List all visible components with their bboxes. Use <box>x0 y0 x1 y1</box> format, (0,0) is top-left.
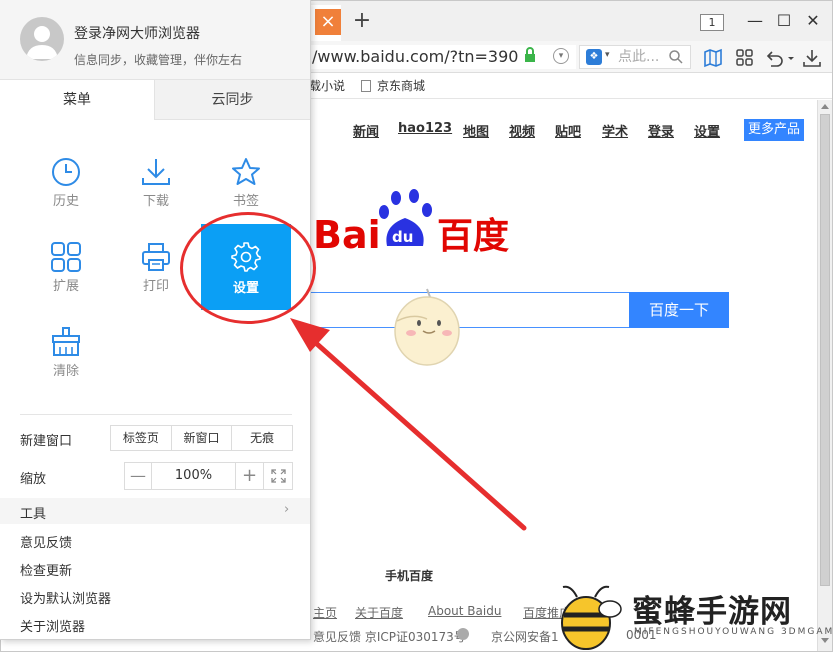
zoom-in-button[interactable]: + <box>235 463 263 489</box>
bookmark-item[interactable]: 载小说 <box>309 77 345 94</box>
undo-icon[interactable] <box>763 47 795 69</box>
footer-text: 意见反馈 京ICP证030173号 <box>313 630 466 644</box>
grid-item-download[interactable]: 下载 <box>111 143 201 229</box>
avatar[interactable] <box>20 17 64 61</box>
menu-item-feedback[interactable]: 意见反馈 <box>20 532 72 551</box>
new-window-option[interactable]: 新窗口 <box>172 426 233 450</box>
footer-text: 京公网安备1 <box>491 630 559 644</box>
search-box[interactable]: ❖ ▾ 点此... <box>579 45 691 69</box>
grid-label: 书签 <box>232 194 259 209</box>
tab-menu[interactable]: 菜单 <box>0 80 155 120</box>
grid-label: 清除 <box>52 364 79 379</box>
grid-label: 下载 <box>142 194 169 209</box>
nav-link-tieba[interactable]: 贴吧 <box>555 121 581 140</box>
zoom-label: 缩放 <box>20 472 47 487</box>
maximize-button[interactable]: ☐ <box>774 11 794 31</box>
menu-item-about[interactable]: 关于浏览器 <box>20 616 85 635</box>
close-window-button[interactable]: ✕ <box>803 11 823 31</box>
fullscreen-icon <box>271 469 286 483</box>
scroll-down-icon[interactable] <box>821 638 829 643</box>
page-icon <box>361 80 371 92</box>
svg-text:百度: 百度 <box>437 216 509 256</box>
divider <box>20 414 292 415</box>
grid-label: 扩展 <box>52 279 79 294</box>
fullscreen-button[interactable] <box>263 463 292 489</box>
tab-close-button[interactable]: × <box>315 9 341 35</box>
clock-icon <box>52 158 80 186</box>
new-window-options: 标签页 新窗口 无痕 <box>110 425 293 451</box>
watermark-subtitle: MIFENGSHOUYOUWANG 3DMGAME <box>634 627 833 637</box>
engine-chevron-icon[interactable]: ▾ <box>605 50 610 60</box>
menu-item-check-update[interactable]: 检查更新 <box>20 560 72 579</box>
chevron-right-icon: › <box>284 502 290 517</box>
zoom-value: 100% <box>174 468 213 483</box>
login-title[interactable]: 登录净网大师浏览器 <box>74 23 200 43</box>
nav-link-settings[interactable]: 设置 <box>694 121 720 140</box>
lock-icon <box>525 47 535 62</box>
nav-link-hao123[interactable]: hao123 <box>398 121 452 136</box>
mascot-icon <box>394 288 460 366</box>
printer-icon <box>142 243 170 271</box>
svg-text:du: du <box>392 228 413 246</box>
url-dropdown-icon[interactable]: ▾ <box>553 48 569 64</box>
page-scrollbar[interactable] <box>817 100 832 651</box>
zoom-out-button[interactable]: — <box>125 463 152 489</box>
grid-item-clear[interactable]: 清除 <box>21 313 111 399</box>
scroll-up-icon[interactable] <box>821 104 829 109</box>
new-tab-option[interactable]: 标签页 <box>111 426 172 450</box>
footer-link[interactable]: 主页 <box>313 604 337 621</box>
zoom-control: — 100% + <box>124 462 293 490</box>
star-icon <box>232 158 260 185</box>
search-placeholder: 点此... <box>618 49 660 65</box>
map-icon[interactable] <box>702 47 724 69</box>
menu-item-tools[interactable]: 工具 › <box>0 498 310 524</box>
download-icon <box>142 159 170 185</box>
user-icon <box>26 26 58 59</box>
tools-label: 工具 <box>20 507 47 522</box>
nav-link-xueshu[interactable]: 学术 <box>602 121 628 140</box>
footer-link[interactable]: 关于百度 <box>355 604 403 621</box>
panel-tabs: 菜单 云同步 <box>0 80 310 120</box>
paw-icon[interactable]: ❖ <box>586 49 602 65</box>
svg-text:Bai: Bai <box>313 213 381 256</box>
tab-cloud-sync[interactable]: 云同步 <box>155 80 310 120</box>
highlight-circle <box>180 212 316 324</box>
nav-link-news[interactable]: 新闻 <box>353 121 379 140</box>
grid-label: 历史 <box>52 194 79 209</box>
grid-item-history[interactable]: 历史 <box>21 143 111 229</box>
download-toolbar-icon[interactable] <box>801 47 823 69</box>
watermark-title: 蜜蜂手游网 <box>632 594 792 630</box>
extensions-icon <box>51 242 81 272</box>
baidu-logo: Bai du 百度 <box>313 189 509 256</box>
footer-link[interactable]: About Baidu <box>428 604 501 618</box>
tab-count-badge[interactable]: 1 <box>700 14 724 31</box>
grid-item-extensions[interactable]: 扩展 <box>21 228 111 314</box>
bee-logo-icon <box>561 585 622 650</box>
scroll-thumb[interactable] <box>820 114 830 586</box>
new-tab-button[interactable]: + <box>351 9 373 35</box>
mobile-baidu-link[interactable]: 手机百度 <box>385 567 433 584</box>
login-header[interactable]: 登录净网大师浏览器 信息同步，收藏管理，伴你左右 <box>0 0 310 80</box>
more-products-button[interactable]: 更多产品 <box>744 119 804 141</box>
broom-icon <box>52 327 80 356</box>
bookmark-item[interactable]: 京东商城 <box>361 77 425 94</box>
incognito-option[interactable]: 无痕 <box>232 426 292 450</box>
new-window-label: 新建窗口 <box>20 434 73 449</box>
search-icon[interactable] <box>668 49 684 65</box>
apps-icon[interactable] <box>734 47 756 69</box>
bookmark-label[interactable]: 京东商城 <box>377 79 425 93</box>
location-icon <box>457 628 469 640</box>
nav-link-login[interactable]: 登录 <box>648 121 674 140</box>
menu-item-set-default[interactable]: 设为默认浏览器 <box>20 588 111 607</box>
minimize-button[interactable]: — <box>745 11 765 31</box>
nav-link-video[interactable]: 视频 <box>509 121 535 140</box>
baidu-search-button[interactable]: 百度一下 <box>629 292 729 328</box>
nav-link-map[interactable]: 地图 <box>463 121 489 140</box>
login-subtitle: 信息同步，收藏管理，伴你左右 <box>74 53 243 67</box>
